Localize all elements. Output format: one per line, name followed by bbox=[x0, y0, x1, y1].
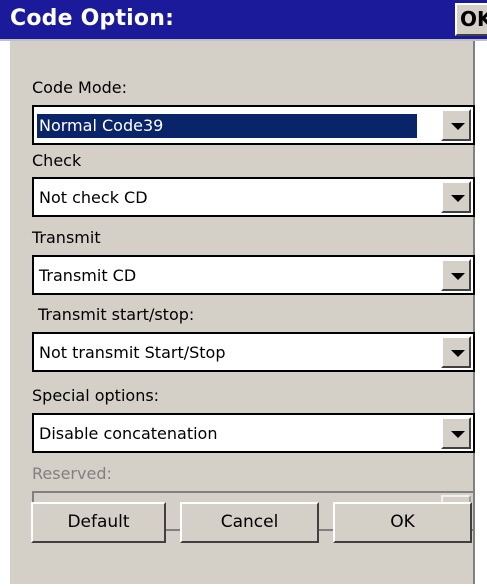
transmit-select[interactable]: Transmit CD bbox=[32, 255, 475, 295]
transmit-start-stop-dropdown-button[interactable] bbox=[441, 336, 471, 368]
default-button[interactable]: Default bbox=[31, 502, 166, 543]
code-mode-value: Normal Code39 bbox=[37, 114, 417, 138]
transmit-value: Transmit CD bbox=[39, 266, 137, 285]
title-ok-button[interactable]: OK bbox=[455, 3, 487, 36]
title-bar: Code Option: OK bbox=[0, 0, 487, 41]
check-label: Check bbox=[32, 151, 82, 170]
transmit-start-stop-select[interactable]: Not transmit Start/Stop bbox=[32, 332, 475, 372]
code-mode-dropdown-button[interactable] bbox=[441, 109, 471, 141]
special-options-label: Special options: bbox=[32, 386, 160, 405]
chevron-down-icon bbox=[451, 431, 465, 438]
chevron-down-icon bbox=[451, 350, 465, 357]
cancel-button[interactable]: Cancel bbox=[180, 502, 319, 543]
ok-button[interactable]: OK bbox=[333, 502, 472, 543]
chevron-down-icon bbox=[451, 195, 465, 202]
special-options-value: Disable concatenation bbox=[39, 424, 218, 443]
transmit-start-stop-value: Not transmit Start/Stop bbox=[39, 343, 226, 362]
check-dropdown-button[interactable] bbox=[441, 181, 471, 213]
chevron-down-icon bbox=[451, 273, 465, 280]
check-select[interactable]: Not check CD bbox=[32, 177, 475, 217]
special-options-dropdown-button[interactable] bbox=[441, 417, 471, 449]
transmit-label: Transmit bbox=[32, 228, 101, 247]
check-value: Not check CD bbox=[39, 188, 148, 207]
code-mode-label: Code Mode: bbox=[32, 78, 128, 97]
transmit-dropdown-button[interactable] bbox=[441, 259, 471, 291]
window-title: Code Option: bbox=[10, 6, 175, 31]
special-options-select[interactable]: Disable concatenation bbox=[32, 413, 475, 453]
chevron-down-icon bbox=[451, 123, 465, 130]
code-mode-select[interactable]: Normal Code39 bbox=[32, 105, 475, 145]
transmit-start-stop-label: Transmit start/stop: bbox=[38, 305, 195, 324]
reserved-label: Reserved: bbox=[32, 464, 112, 483]
